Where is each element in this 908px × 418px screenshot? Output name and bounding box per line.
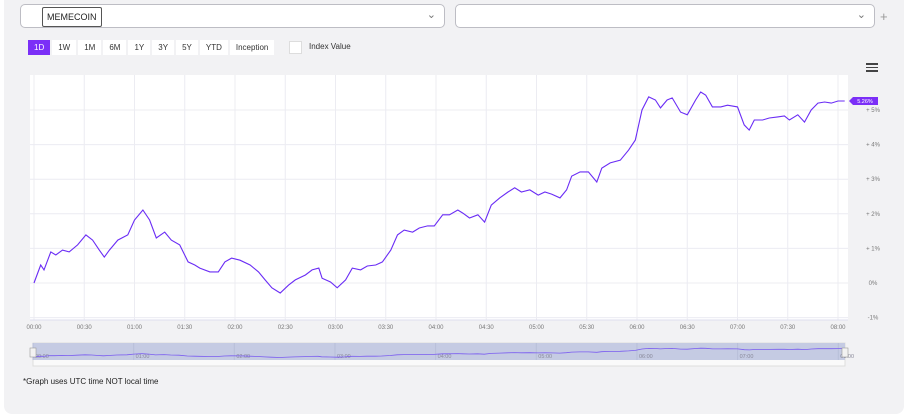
x-tick-label: 00:00 xyxy=(26,325,42,331)
navigator-tick-label: 01:00 xyxy=(136,354,150,360)
navigator-handle[interactable] xyxy=(841,347,849,358)
navigator-tick-label: 04:00 xyxy=(438,354,452,360)
x-tick-label: 03:00 xyxy=(328,325,344,331)
y-tick-label: + 5% xyxy=(866,108,881,114)
x-tick-label: 07:30 xyxy=(780,325,796,331)
x-tick-label: 04:00 xyxy=(428,325,444,331)
y-tick-label: + 4% xyxy=(866,143,881,149)
y-tick-label: + 2% xyxy=(866,212,881,218)
line-chart: 00:00 00:30 01:00 01:30 02:00 02:30 03:00 03:30… xyxy=(26,75,881,367)
x-tick-label: 05:30 xyxy=(579,325,595,331)
y-tick-label: -1% xyxy=(868,316,879,322)
navigator-tick-label: 05:00 xyxy=(538,354,552,360)
navigator-tick-label: 02:00 xyxy=(236,354,250,360)
x-tick-label: 04:30 xyxy=(479,325,495,331)
y-tick-label: + 3% xyxy=(866,177,881,183)
x-tick-label: 07:00 xyxy=(730,325,746,331)
x-tick-label: 03:30 xyxy=(378,325,394,331)
navigator-tick-label: 07:00 xyxy=(740,354,754,360)
x-tick-label: 05:00 xyxy=(529,325,545,331)
x-tick-label: 08:00 xyxy=(830,325,846,331)
x-tick-label: 02:30 xyxy=(278,325,294,331)
navigator-handle[interactable] xyxy=(29,347,37,358)
x-tick-label: 02:00 xyxy=(227,325,243,331)
x-tick-label: 01:00 xyxy=(127,325,143,331)
y-tick-label: 0% xyxy=(869,281,878,287)
navigator-tick-label: 06:00 xyxy=(639,354,653,360)
x-tick-label: 00:30 xyxy=(77,325,93,331)
last-value-label: 5.26% xyxy=(857,99,873,105)
x-tick-label: 01:30 xyxy=(177,325,193,331)
footnote: *Graph uses UTC time NOT local time xyxy=(23,377,159,386)
x-tick-label: 06:00 xyxy=(629,325,645,331)
x-tick-label: 06:30 xyxy=(680,325,696,331)
y-tick-label: + 1% xyxy=(866,246,881,252)
navigator-tick-label: 00:00 xyxy=(35,354,49,360)
